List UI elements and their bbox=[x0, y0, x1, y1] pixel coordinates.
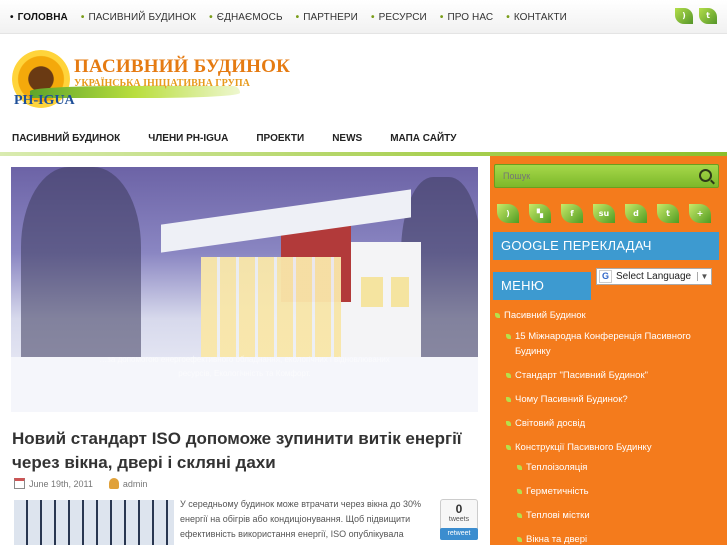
menu-item[interactable]: Теплові містки bbox=[516, 508, 720, 523]
sidebar: ) ▚ f su d t + GOOGLE ПЕРЕКЛАДАЧ G Selec… bbox=[490, 156, 727, 545]
calendar-icon bbox=[14, 478, 25, 489]
bullet-icon: • bbox=[370, 12, 375, 23]
logo-abbreviation: PH-IGUA bbox=[14, 93, 75, 108]
main-nav-projects[interactable]: ПРОЕКТИ bbox=[256, 133, 304, 144]
featured-caption: …за допомогою енергоефективного обладнан… bbox=[99, 355, 390, 378]
chevron-down-icon: ▼ bbox=[697, 272, 711, 281]
main-nav-members[interactable]: ЧЛЕНИ PH-IGUA bbox=[148, 133, 228, 144]
search-input[interactable] bbox=[495, 165, 695, 187]
bullet-icon: • bbox=[10, 12, 14, 23]
menu-item[interactable]: Світовий досвід bbox=[505, 416, 720, 431]
add-icon[interactable]: + bbox=[689, 204, 711, 223]
top-navigation: • ГОЛОВНА • ПАСИВНИЙ БУДИНОК • ЄДНАЄМОСЬ • П… bbox=[0, 0, 727, 34]
top-nav-item-passive-house[interactable]: • ПАСИВНИЙ БУДИНОК bbox=[81, 12, 196, 23]
site-logo[interactable]: ПАСИВНИЙ БУДИНОК УКРАЇНСЬКА ІНІЦІАТИВНА … bbox=[12, 50, 290, 112]
menu-item[interactable]: Пасивний Будинок bbox=[494, 308, 720, 323]
menu-item[interactable]: 15 Міжнародна Конференція Пасивного Буди… bbox=[505, 329, 720, 359]
menu-item[interactable]: Вікна та двері bbox=[516, 532, 720, 545]
retweet-button[interactable]: retweet bbox=[440, 528, 478, 540]
top-nav-item-contacts[interactable]: • КОНТАКТИ bbox=[506, 12, 567, 23]
top-nav-list: • ГОЛОВНА • ПАСИВНИЙ БУДИНОК • ЄДНАЄМОСЬ • П… bbox=[10, 12, 580, 23]
top-nav-item-home[interactable]: • ГОЛОВНА bbox=[10, 12, 68, 23]
top-nav-item-about[interactable]: • ПРО НАС bbox=[440, 12, 493, 23]
technorati-icon[interactable]: t bbox=[657, 204, 679, 223]
post-meta: June 19th, 2011 admin bbox=[14, 478, 147, 489]
author-icon bbox=[108, 478, 119, 489]
top-nav-item-resources[interactable]: • РЕСУРСИ bbox=[371, 12, 427, 23]
stumbleupon-icon[interactable]: su bbox=[593, 204, 615, 223]
bullet-icon: • bbox=[295, 12, 300, 23]
menu-item[interactable]: Герметичність bbox=[516, 484, 720, 499]
search-icon[interactable] bbox=[699, 169, 712, 182]
language-select[interactable]: G Select Language ▼ bbox=[596, 268, 712, 285]
bullet-icon: • bbox=[506, 12, 510, 23]
top-nav-label: ГОЛОВНА bbox=[17, 12, 68, 23]
facebook-icon[interactable]: f bbox=[561, 204, 583, 223]
main-nav-news[interactable]: NEWS bbox=[332, 133, 362, 144]
sidebar-social-icons: ) ▚ f su d t + bbox=[497, 204, 721, 223]
main-nav-sitemap[interactable]: МАПА САЙТУ bbox=[390, 133, 456, 144]
top-nav-label: ПАСИВНИЙ БУДИНОК bbox=[88, 12, 197, 23]
logo-title: ПАСИВНИЙ БУДИНОК bbox=[74, 56, 291, 77]
menu-widget-title: МЕНЮ bbox=[493, 272, 591, 300]
language-select-label: Select Language bbox=[616, 271, 692, 282]
top-social-icons: ) t bbox=[669, 8, 717, 24]
post-thumbnail[interactable] bbox=[14, 500, 174, 545]
top-nav-label: ПАРТНЕРИ bbox=[303, 12, 358, 23]
tweet-label: tweets bbox=[448, 516, 470, 523]
post-author[interactable]: admin bbox=[123, 479, 148, 489]
menu-item[interactable]: Теплоізоляція bbox=[516, 460, 720, 475]
top-nav-label: РЕСУРСИ bbox=[378, 12, 427, 23]
main-nav-passive-house[interactable]: ПАСИВНИЙ БУДИНОК bbox=[12, 133, 120, 144]
delicious-icon[interactable]: ▚ bbox=[529, 204, 551, 223]
bullet-icon: • bbox=[80, 12, 85, 23]
menu-item[interactable]: Чому Пасивний Будинок? bbox=[505, 392, 720, 407]
google-icon: G bbox=[599, 270, 612, 283]
tweet-count: 0 bbox=[455, 502, 463, 516]
search-box bbox=[494, 164, 719, 188]
post-title[interactable]: Новий стандарт ISO допоможе зупинити вит… bbox=[12, 427, 477, 475]
main-navigation: ПАСИВНИЙ БУДИНОК ЧЛЕНИ PH-IGUA ПРОЕКТИ N… bbox=[12, 133, 485, 144]
menu-item[interactable]: Стандарт "Пасивний Будинок" bbox=[505, 368, 720, 383]
sidebar-menu: Пасивний Будинок 15 Міжнародна Конференц… bbox=[494, 308, 720, 545]
rss-icon[interactable]: ) bbox=[497, 204, 519, 223]
bullet-icon: • bbox=[209, 12, 213, 23]
post-date: June 19th, 2011 bbox=[29, 478, 93, 489]
featured-image[interactable]: …за допомогою енергоефективного обладнан… bbox=[11, 167, 478, 412]
rss-icon[interactable]: ) bbox=[675, 8, 693, 24]
twitter-icon[interactable]: t bbox=[699, 8, 717, 24]
post-excerpt: У середньому будинок може втрачати через… bbox=[180, 499, 421, 539]
top-nav-label: ПРО НАС bbox=[447, 12, 494, 23]
top-nav-item-join[interactable]: • ЄДНАЄМОСЬ bbox=[209, 12, 282, 23]
logo-subtitle: УКРАЇНСЬКА ІНІЦІАТИВНА ГРУПА bbox=[74, 78, 250, 89]
digg-icon[interactable]: d bbox=[625, 204, 647, 223]
menu-item[interactable]: Конструкції Пасивного Будинку bbox=[505, 440, 720, 455]
translator-widget-title: GOOGLE ПЕРЕКЛАДАЧ bbox=[493, 232, 719, 260]
top-nav-item-partners[interactable]: • ПАРТНЕРИ bbox=[296, 12, 358, 23]
top-nav-label: ЄДНАЄМОСЬ bbox=[216, 12, 283, 23]
bullet-icon: • bbox=[439, 12, 444, 23]
top-nav-label: КОНТАКТИ bbox=[513, 12, 567, 23]
